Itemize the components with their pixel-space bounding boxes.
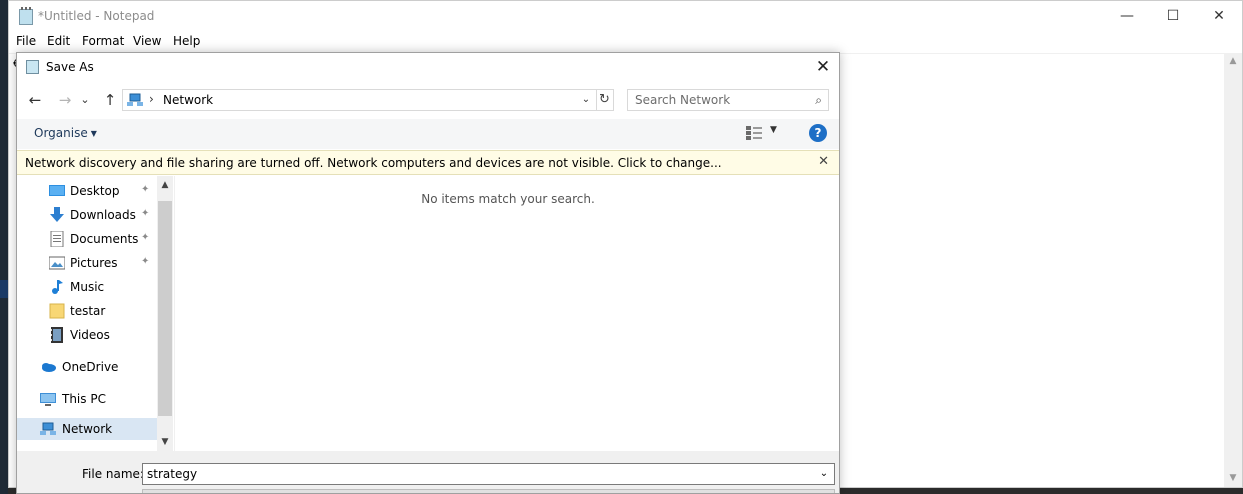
computer-icon [40,393,56,406]
documents-icon [50,231,64,247]
menu-file[interactable]: File [16,34,36,48]
videos-icon [51,327,63,343]
sidebar-item-label: testar [70,304,106,318]
organise-label: Organise [34,126,88,140]
sidebar-item-downloads[interactable]: Downloads ✦ [17,204,157,226]
folder-icon [49,303,65,319]
pin-icon: ✦ [141,256,150,267]
file-name-dropdown-icon[interactable]: ⌄ [816,465,832,483]
chevron-down-icon[interactable]: ▼ [157,433,173,451]
menu-help[interactable]: Help [173,34,200,48]
recent-locations-icon[interactable]: ⌄ [78,89,92,111]
navigation-pane: Desktop ✦ Downloads ✦ Documents ✦ Pictur… [17,176,173,451]
scroll-up-icon[interactable]: ▲ [1224,53,1242,70]
change-view-icon[interactable] [746,126,762,140]
dialog-notepad-icon [26,60,39,74]
search-input[interactable]: Search Network [635,93,730,107]
infobar-close-icon[interactable]: ✕ [818,154,829,169]
menu-format[interactable]: Format [82,34,124,48]
sidebar-item-label: Pictures [70,256,118,270]
infobar-message[interactable]: Network discovery and file sharing are t… [25,156,722,170]
desktop-edge [0,0,8,494]
dialog-title-bar[interactable]: Save As ✕ [17,53,839,81]
dialog-bottom-panel: File name: strategy ⌄ [17,451,839,493]
sidebar-item-music[interactable]: Music [17,276,157,298]
scrollbar-thumb[interactable] [158,201,172,416]
sidebar-item-label: Network [62,422,113,436]
up-arrow-icon[interactable]: ↑ [99,89,121,111]
menu-view[interactable]: View [133,34,161,48]
help-icon[interactable]: ? [809,124,827,142]
empty-state-message: No items match your search. [421,192,595,206]
file-list-pane[interactable]: No items match your search. [174,176,839,451]
address-dropdown-icon[interactable]: ⌄ [578,90,594,110]
sidebar-item-label: Videos [70,328,110,342]
desktop-edge-highlight [0,280,8,298]
sidebar-item-desktop[interactable]: Desktop ✦ [17,180,157,202]
notepad-menu-bar: File Edit Format View Help [9,32,1242,52]
menu-edit[interactable]: Edit [47,34,70,48]
search-box[interactable]: Search Network ⌕ [627,89,829,111]
breadcrumb-network[interactable]: Network [163,93,213,107]
organise-button[interactable]: Organise ▼ [34,126,97,140]
file-name-label: File name: [82,467,144,481]
maximize-button[interactable]: ☐ [1150,1,1196,32]
file-name-value[interactable]: strategy [147,467,197,481]
notepad-title-bar[interactable]: *Untitled - Notepad — ☐ ✕ [9,1,1242,32]
notepad-app-icon [19,7,33,25]
sidebar-item-videos[interactable]: Videos [17,324,157,346]
sidebar-item-label: Music [70,280,105,294]
navigation-pane-scrollbar[interactable]: ▲ ▼ [157,176,173,451]
close-button[interactable]: ✕ [1196,1,1242,32]
address-bar[interactable]: › Network ⌄ [122,89,597,111]
search-icon[interactable]: ⌕ [815,93,822,108]
file-name-field[interactable]: strategy ⌄ [142,463,835,485]
dialog-close-button[interactable]: ✕ [807,53,839,81]
minimize-button[interactable]: — [1104,1,1150,32]
network-discovery-infobar[interactable]: Network discovery and file sharing are t… [17,150,839,175]
sidebar-item-this-pc[interactable]: This PC [17,388,157,410]
breadcrumb-separator: › [149,92,154,106]
refresh-icon[interactable]: ↻ [596,89,614,111]
save-as-type-select[interactable] [142,489,835,493]
pictures-icon [49,256,65,270]
sidebar-item-label: OneDrive [62,360,119,374]
sidebar-item-network[interactable]: Network [17,418,157,440]
sidebar-item-onedrive[interactable]: OneDrive [17,356,157,378]
music-icon [52,280,63,294]
organise-caret-icon: ▼ [90,129,97,138]
pin-icon: ✦ [141,232,150,243]
sidebar-item-label: Desktop [70,184,120,198]
forward-arrow-icon[interactable]: → [54,89,76,111]
scroll-down-icon[interactable]: ▼ [1224,470,1242,487]
onedrive-icon [42,363,56,372]
sidebar-item-label: Documents [70,232,139,246]
notepad-vertical-scrollbar[interactable]: ▲ ▼ [1224,53,1242,487]
sidebar-item-testar[interactable]: testar [17,300,157,322]
back-arrow-icon[interactable]: ← [24,89,46,111]
downloads-icon [50,207,64,222]
chevron-up-icon[interactable]: ▲ [157,176,173,194]
pin-icon: ✦ [141,208,150,219]
save-as-dialog: Save As ✕ ← → ⌄ ↑ › Network ⌄ ↻ Search N… [16,52,840,494]
sidebar-item-pictures[interactable]: Pictures ✦ [17,252,157,274]
navigation-bar: ← → ⌄ ↑ › Network ⌄ ↻ Search Network ⌕ [17,85,839,115]
dialog-title: Save As [46,60,94,74]
dialog-toolbar: Organise ▼ ▼ [17,119,839,149]
sidebar-item-label: This PC [62,392,106,406]
notepad-title: *Untitled - Notepad [38,9,155,23]
sidebar-item-label: Downloads [70,208,136,222]
pin-icon: ✦ [141,184,150,195]
desktop-icon [49,185,65,196]
view-options-dropdown-icon[interactable]: ▼ [770,125,777,135]
network-icon [40,422,56,435]
sidebar-item-documents[interactable]: Documents ✦ [17,228,157,250]
network-icon [127,93,143,106]
